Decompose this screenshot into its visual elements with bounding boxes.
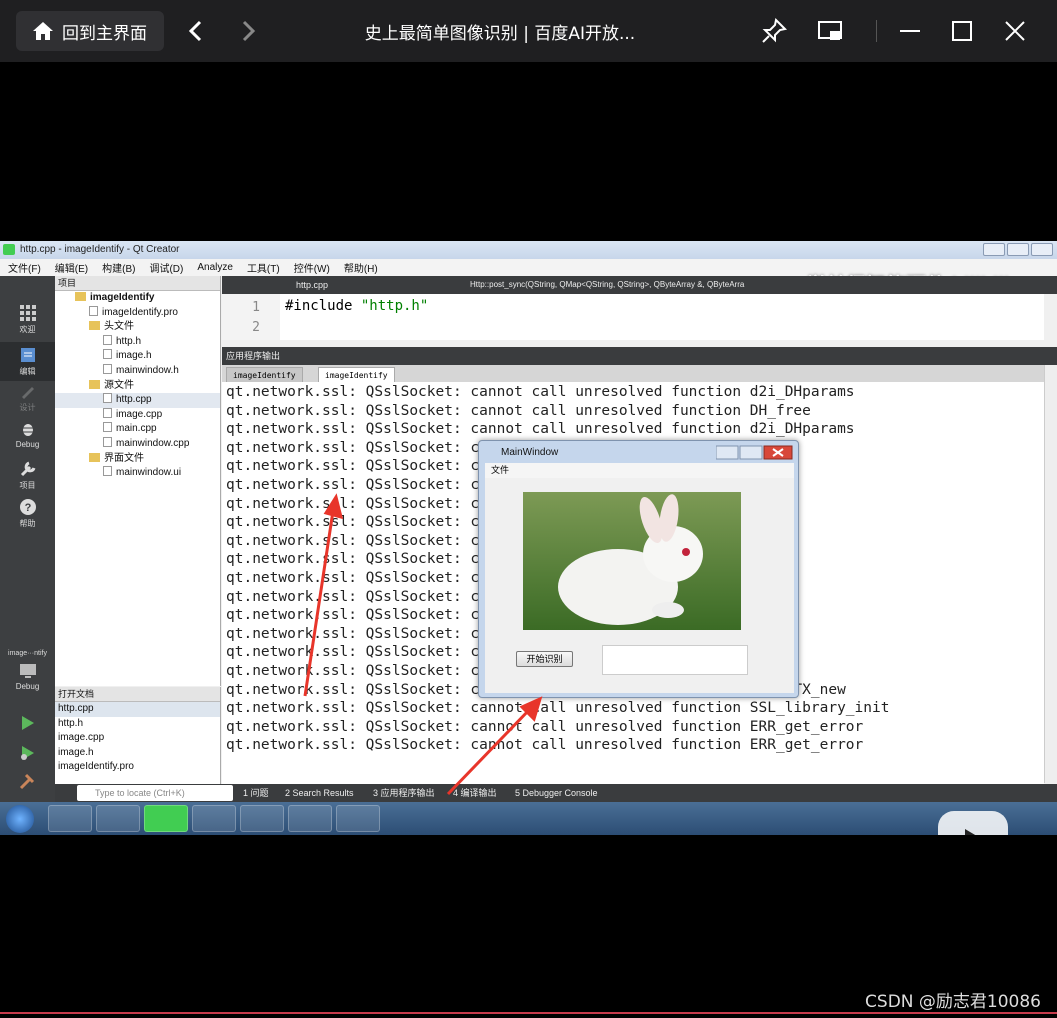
pin-icon[interactable]	[760, 17, 788, 45]
video-title: 史上最简单图像识别 | 百度AI开放...	[364, 24, 636, 44]
minimize-icon[interactable]	[896, 17, 924, 45]
player-top-bar: 回到主界面 史上最简单图像识别 | 百度AI开放...	[0, 0, 1057, 62]
progress-line	[0, 1012, 1057, 1014]
toolbar-divider	[876, 20, 877, 42]
home-icon	[33, 22, 53, 40]
home-button[interactable]: 回到主界面	[16, 11, 164, 51]
home-button-label: 回到主界面	[62, 23, 147, 44]
arrow-ssl-up	[303, 510, 335, 697]
arrow-head-ssl	[323, 493, 344, 520]
picture-in-picture-icon[interactable]	[816, 17, 844, 45]
annotation-arrows	[303, 493, 543, 796]
play-button-overlay[interactable]	[938, 811, 1008, 835]
csdn-credit: CSDN @励志君10086	[865, 992, 1041, 1012]
close-icon[interactable]	[1001, 17, 1029, 45]
maximize-icon[interactable]	[948, 17, 976, 45]
video-frame[interactable]: http.cpp - imageIdentify - Qt Creator 文件…	[0, 241, 1057, 835]
arrow-output-up	[446, 707, 532, 796]
forward-icon[interactable]	[236, 18, 260, 44]
play-icon	[965, 829, 976, 835]
back-icon[interactable]	[184, 18, 208, 44]
